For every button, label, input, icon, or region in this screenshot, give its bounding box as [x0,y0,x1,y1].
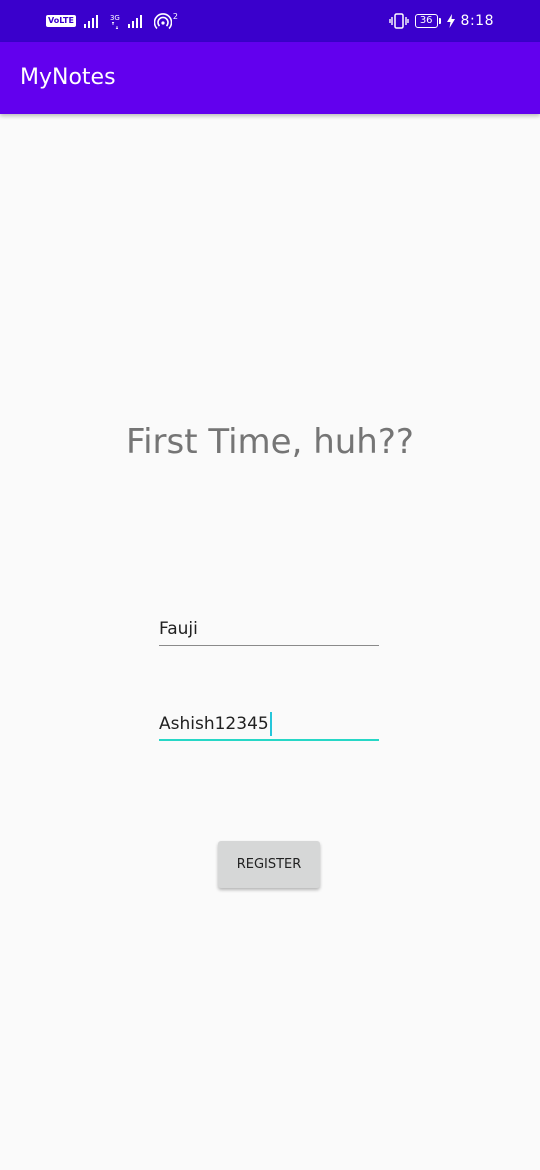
network-type-label: 3G [109,13,120,22]
name-input-value: Fauji [159,619,198,639]
status-left-icons: VoLTE 3G 2 [46,10,178,32]
status-right-icons: 36 8:18 [389,10,494,32]
register-button[interactable]: REGISTER [218,841,320,888]
charging-icon [446,14,455,28]
signal-strength-icon [83,15,98,28]
app-title: MyNotes [20,65,116,90]
password-input-value: Ashish12345 [159,714,269,734]
name-input[interactable]: Fauji [159,616,379,646]
page-heading: First Time, huh?? [126,422,414,462]
app-bar: MyNotes [0,42,540,114]
volte-icon: VoLTE [46,15,76,27]
text-cursor [269,712,272,736]
status-bar: VoLTE 3G 2 36 8:18 [0,0,540,42]
network-type-3g-icon: 3G [110,14,120,29]
battery-tip [438,18,441,24]
battery-level: 36 [414,14,438,28]
hotspot-count: 2 [172,12,178,21]
hotspot-waves-icon [153,13,172,30]
password-input[interactable]: Ashish12345 [159,711,379,741]
mobile-data-arrows-icon [111,21,118,29]
battery-icon: 36 [414,14,441,28]
signal-strength-2-icon [127,15,142,28]
status-clock: 8:18 [460,13,494,29]
hotspot-icon: 2 [153,12,178,30]
vibrate-icon [389,13,409,29]
